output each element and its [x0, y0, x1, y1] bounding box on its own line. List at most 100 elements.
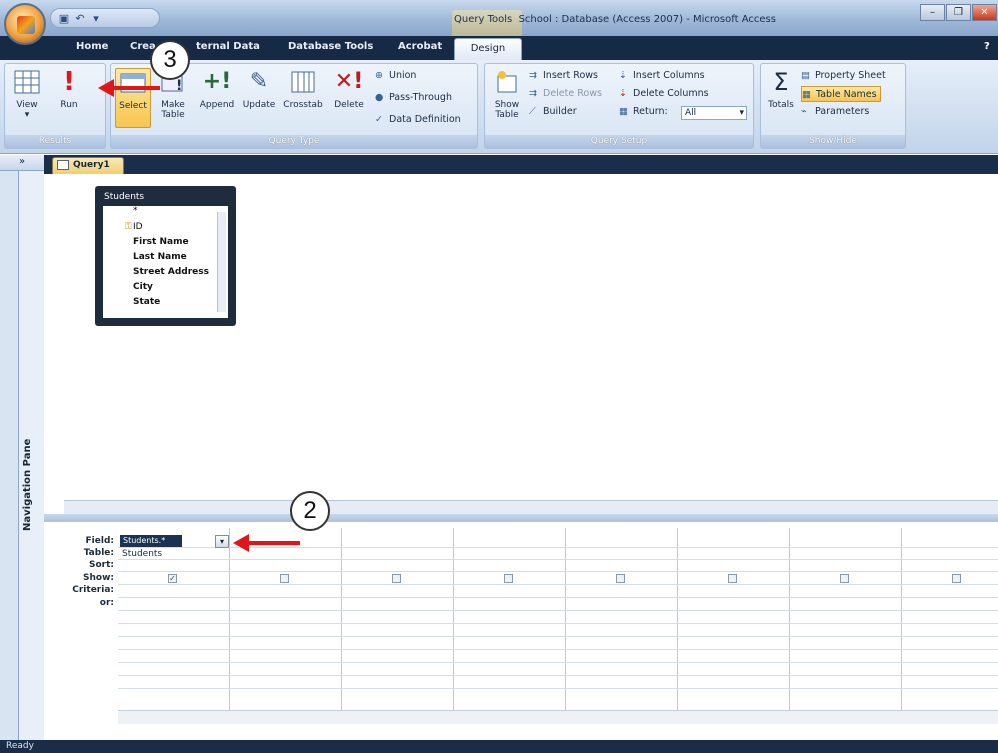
grid-column[interactable] — [342, 528, 454, 710]
view-button[interactable]: View ▾ — [9, 68, 45, 128]
table-names-button[interactable]: ▦ Table Names — [801, 86, 881, 102]
pass-through-button[interactable]: ● Pass-Through — [375, 90, 452, 106]
insert-rows-button[interactable]: ⇉ Insert Rows — [529, 68, 598, 84]
delete-label: Delete — [334, 100, 364, 110]
navigation-pane-label: Navigation Pane — [22, 438, 33, 531]
show-table-button[interactable]: Show Table — [489, 68, 525, 128]
save-icon[interactable]: ▣ — [57, 12, 71, 25]
grid-column[interactable] — [566, 528, 678, 710]
parameters-label: Parameters — [815, 106, 870, 117]
property-sheet-button[interactable]: ▤ Property Sheet — [801, 68, 886, 84]
context-tab-label: Query Tools — [454, 14, 513, 25]
office-button[interactable] — [4, 3, 46, 45]
insert-columns-label: Insert Columns — [633, 70, 705, 81]
crosstab-button[interactable]: Crosstab — [281, 68, 325, 128]
insert-columns-icon: ⇣ — [619, 70, 627, 81]
show-checkbox[interactable] — [616, 574, 625, 583]
grid-column[interactable] — [902, 528, 998, 710]
totals-button[interactable]: Σ Totals — [763, 68, 799, 128]
navigation-pane[interactable]: Navigation Pane — [18, 171, 44, 742]
undo-icon[interactable]: ↶ — [73, 12, 87, 25]
select-label: Select — [119, 101, 147, 111]
grid-horizontal-scrollbar[interactable] — [118, 710, 998, 724]
parameters-button[interactable]: ⌁ Parameters — [801, 104, 869, 120]
field-dropdown-button[interactable]: ▾ — [215, 535, 229, 548]
query-icon — [57, 160, 69, 170]
tab-acrobat[interactable]: Acrobat — [398, 41, 442, 52]
append-button[interactable]: +! Append — [197, 68, 237, 128]
sigma-icon: Σ — [773, 68, 789, 96]
callout-three: 3 — [150, 40, 190, 80]
field-item[interactable]: ID — [133, 222, 143, 232]
run-button[interactable]: ! Run — [51, 68, 87, 128]
pane-splitter[interactable] — [44, 514, 998, 522]
data-definition-button[interactable]: ✓ Data Definition — [375, 112, 461, 128]
crosstab-icon — [289, 68, 317, 96]
tab-database-tools[interactable]: Database Tools — [288, 41, 373, 52]
field-item[interactable]: State — [133, 297, 160, 307]
field-item[interactable]: First Name — [133, 237, 189, 247]
delete-rows-icon: ⇉ — [529, 88, 537, 99]
delete-rows-button[interactable]: ⇉ Delete Rows — [529, 86, 602, 102]
union-button[interactable]: ⊕ Union — [375, 68, 416, 84]
grid-column[interactable] — [454, 528, 566, 710]
chevron-down-icon: ▾ — [739, 108, 744, 118]
crosstab-label: Crosstab — [283, 100, 323, 110]
builder-button[interactable]: ⟋ Builder — [529, 104, 577, 120]
delete-button[interactable]: ✕! Delete — [329, 68, 369, 128]
update-button[interactable]: ✎ Update — [239, 68, 279, 128]
field-cell-selected[interactable]: Students.* — [120, 535, 182, 547]
union-icon: ⊕ — [375, 70, 383, 81]
table-cell[interactable]: Students — [122, 549, 162, 559]
minimize-button[interactable]: – — [920, 4, 945, 21]
insert-columns-button[interactable]: ⇣ Insert Columns — [619, 68, 705, 84]
query-tab[interactable]: Query1 — [52, 157, 124, 174]
grid-row-line — [118, 571, 998, 572]
grid-row-line — [118, 636, 998, 637]
field-item[interactable]: Last Name — [133, 252, 187, 262]
show-checkbox[interactable] — [280, 574, 289, 583]
select-button[interactable]: Select — [115, 68, 151, 128]
table-names-icon: ▦ — [802, 89, 811, 100]
grid-column[interactable] — [230, 528, 342, 710]
students-table-box[interactable]: Students * ⚿ ID First Name Last Name Str… — [95, 186, 236, 326]
make-table-label: Make Table — [161, 100, 185, 120]
grid-row-line — [118, 559, 998, 560]
show-checkbox[interactable] — [952, 574, 961, 583]
view-label: View — [16, 100, 38, 110]
grid-column[interactable] — [678, 528, 790, 710]
show-checkbox[interactable] — [392, 574, 401, 583]
tab-design[interactable]: Design — [454, 38, 522, 60]
close-button[interactable]: ✕ — [972, 4, 997, 21]
show-checkbox[interactable]: ✓ — [168, 574, 177, 583]
nav-pane-toggle[interactable]: » — [0, 155, 44, 171]
query-tab-label: Query1 — [73, 160, 110, 170]
table-box-scrollbar[interactable] — [217, 212, 226, 312]
data-definition-label: Data Definition — [389, 114, 461, 125]
show-checkbox[interactable] — [840, 574, 849, 583]
query-design-grid[interactable]: Students ✓ — [118, 528, 998, 710]
tab-external-data[interactable]: ternal Data — [196, 41, 260, 52]
tab-home[interactable]: Home — [76, 41, 108, 52]
restore-button[interactable]: ❐ — [946, 4, 971, 21]
field-item[interactable]: Street Address — [133, 267, 209, 277]
return-dropdown[interactable]: All ▾ — [681, 106, 747, 120]
customize-qat-icon[interactable]: ▾ — [89, 12, 103, 25]
row-label-show: Show: — [83, 573, 114, 583]
delete-columns-button[interactable]: ⇣ Delete Columns — [619, 86, 709, 102]
grid-column[interactable] — [790, 528, 902, 710]
property-sheet-label: Property Sheet — [815, 70, 886, 81]
select-query-icon — [119, 69, 147, 97]
show-checkbox[interactable] — [504, 574, 513, 583]
builder-label: Builder — [543, 106, 577, 117]
show-checkbox[interactable] — [728, 574, 737, 583]
row-label-field: Field: — [85, 536, 114, 546]
design-pane-scrollbar[interactable] — [64, 500, 998, 514]
update-label: Update — [242, 100, 276, 110]
grid-row-line — [118, 597, 998, 598]
field-item[interactable]: City — [133, 282, 153, 292]
grid-row-line — [118, 623, 998, 624]
field-item[interactable]: * — [133, 206, 138, 216]
append-label: Append — [199, 100, 235, 110]
help-icon[interactable]: ? — [984, 41, 990, 52]
